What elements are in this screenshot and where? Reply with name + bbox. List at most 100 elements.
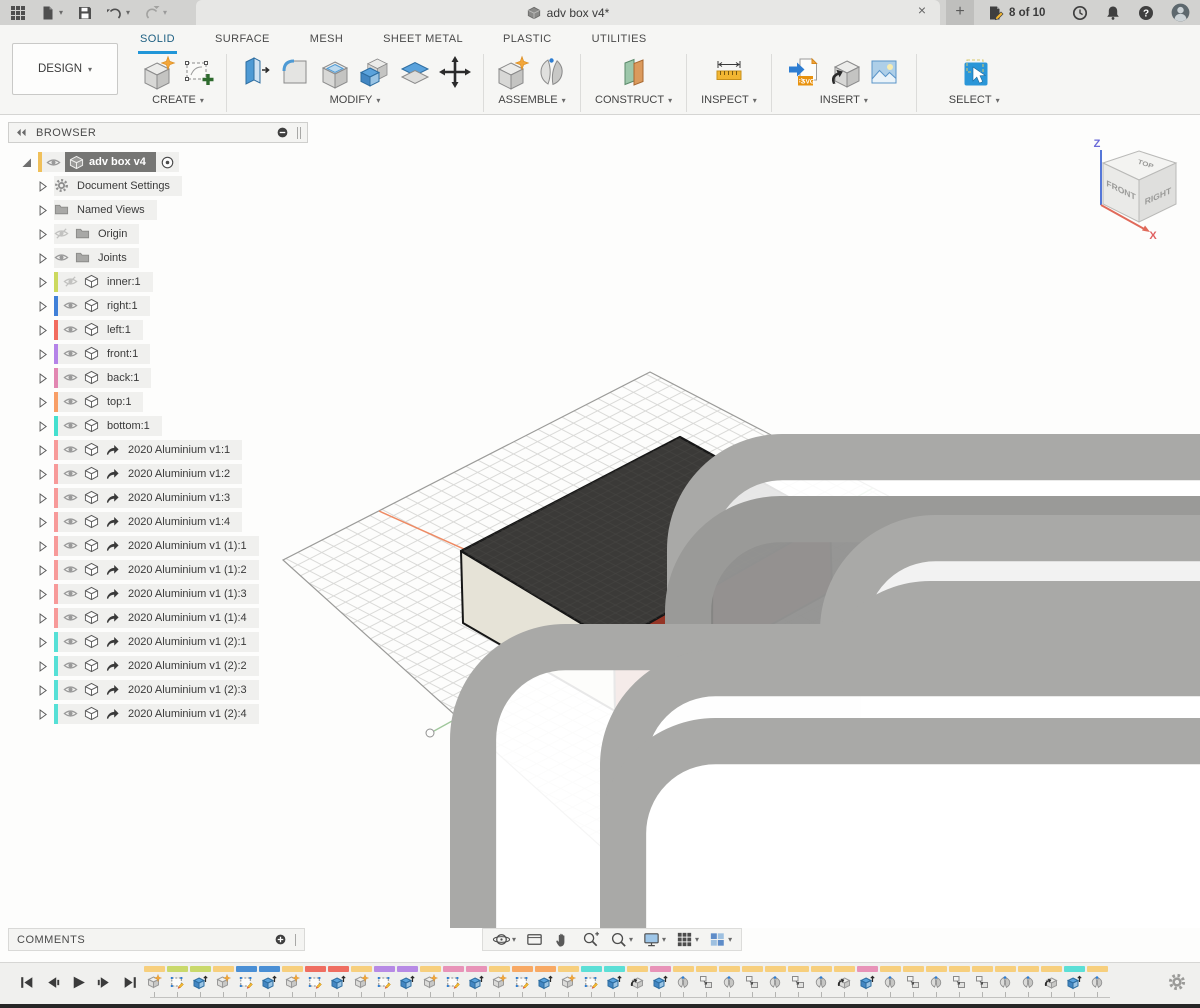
help-icon[interactable] bbox=[1138, 5, 1154, 21]
look-at-button[interactable] bbox=[522, 930, 547, 949]
feature-icon[interactable] bbox=[238, 974, 254, 990]
view-cube[interactable]: TOP FRONT RIGHT Z X bbox=[1085, 125, 1200, 245]
expand-arrow-icon[interactable] bbox=[36, 348, 49, 361]
expand-arrow-icon[interactable] bbox=[36, 252, 49, 265]
feature-icon[interactable] bbox=[698, 974, 714, 990]
expand-arrow-icon[interactable] bbox=[36, 372, 49, 385]
joint-badge[interactable] bbox=[623, 741, 1200, 928]
ribbon-tab-solid[interactable]: SOLID bbox=[138, 30, 177, 54]
expand-arrow-icon[interactable] bbox=[36, 204, 49, 217]
timeline-feature-component[interactable] bbox=[491, 966, 507, 997]
browser-header[interactable]: BROWSER bbox=[8, 122, 308, 143]
timeline-feature-component[interactable] bbox=[146, 966, 162, 997]
timeline-feature-extrude[interactable] bbox=[652, 966, 668, 997]
browser-item-document-settings[interactable]: Document Settings bbox=[8, 174, 308, 198]
visibility-eye-icon[interactable] bbox=[63, 490, 79, 506]
timeline-feature-joint[interactable] bbox=[1089, 966, 1105, 997]
feature-icon[interactable] bbox=[951, 974, 967, 990]
expand-arrow-icon[interactable] bbox=[36, 276, 49, 289]
timeline-feature-insert[interactable] bbox=[836, 966, 852, 997]
workspace-switcher[interactable]: DESIGN ▾ bbox=[12, 43, 118, 95]
browser-item-2020-aluminium-v1-2-4[interactable]: 2020 Aluminium v1 (2):4 bbox=[8, 702, 308, 726]
press-pull-button[interactable] bbox=[237, 54, 273, 90]
timeline-feature-sketch[interactable] bbox=[307, 966, 323, 997]
save-button[interactable] bbox=[77, 5, 93, 21]
visibility-eye-icon[interactable] bbox=[63, 346, 79, 362]
visibility-eye-icon[interactable] bbox=[63, 442, 79, 458]
expand-arrow-icon[interactable] bbox=[36, 588, 49, 601]
visibility-eye-icon[interactable] bbox=[63, 370, 79, 386]
user-avatar[interactable] bbox=[1171, 3, 1190, 22]
new-tab-button[interactable]: + bbox=[946, 0, 974, 25]
feature-icon[interactable] bbox=[1043, 974, 1059, 990]
insert-svg-button[interactable] bbox=[786, 54, 822, 90]
timeline-feature-joint[interactable] bbox=[997, 966, 1013, 997]
app-launcher-icon[interactable] bbox=[10, 5, 26, 21]
move-copy-button[interactable] bbox=[437, 54, 473, 90]
timeline-feature-sketch[interactable] bbox=[583, 966, 599, 997]
timeline-feature-joint[interactable] bbox=[928, 966, 944, 997]
expand-arrow-icon[interactable] bbox=[36, 324, 49, 337]
visibility-eye-icon[interactable] bbox=[63, 682, 79, 698]
go-to-end-button[interactable] bbox=[122, 974, 139, 991]
timeline-feature-joint[interactable] bbox=[767, 966, 783, 997]
feature-icon[interactable] bbox=[376, 974, 392, 990]
undo-button[interactable] bbox=[107, 5, 123, 21]
browser-item-named-views[interactable]: Named Views bbox=[8, 198, 308, 222]
browser-item-2020-aluminium-v1-2-3[interactable]: 2020 Aluminium v1 (2):3 bbox=[8, 678, 308, 702]
feature-icon[interactable] bbox=[652, 974, 668, 990]
browser-item-back-1[interactable]: back:1 bbox=[8, 366, 308, 390]
timeline-feature-component[interactable] bbox=[215, 966, 231, 997]
comments-bar[interactable]: COMMENTS bbox=[8, 928, 305, 951]
expand-arrow-icon[interactable] bbox=[36, 468, 49, 481]
expand-arrow-icon[interactable] bbox=[36, 492, 49, 505]
expand-arrow-icon[interactable] bbox=[36, 396, 49, 409]
feature-icon[interactable] bbox=[859, 974, 875, 990]
timeline-feature-component[interactable] bbox=[353, 966, 369, 997]
step-forward-button[interactable] bbox=[96, 974, 113, 991]
document-tab[interactable]: adv box v4* × bbox=[196, 0, 940, 25]
feature-icon[interactable] bbox=[537, 974, 553, 990]
timeline-feature-extrude[interactable] bbox=[859, 966, 875, 997]
timeline-feature-joint[interactable] bbox=[813, 966, 829, 997]
feature-icon[interactable] bbox=[813, 974, 829, 990]
feature-icon[interactable] bbox=[767, 974, 783, 990]
timeline-feature-joint[interactable] bbox=[675, 966, 691, 997]
job-status[interactable]: 8 of 10 bbox=[988, 0, 1045, 25]
expand-arrow-icon[interactable] bbox=[36, 228, 49, 241]
feature-icon[interactable] bbox=[307, 974, 323, 990]
feature-icon[interactable] bbox=[169, 974, 185, 990]
expand-arrow-icon[interactable] bbox=[36, 612, 49, 625]
expand-arrow-icon[interactable] bbox=[36, 516, 49, 529]
ribbon-tab-plastic[interactable]: PLASTIC bbox=[501, 30, 554, 54]
timeline-feature-copy[interactable] bbox=[744, 966, 760, 997]
timeline-feature-extrude[interactable] bbox=[399, 966, 415, 997]
pan-button[interactable] bbox=[550, 930, 575, 949]
feature-icon[interactable] bbox=[215, 974, 231, 990]
feature-icon[interactable] bbox=[1020, 974, 1036, 990]
panel-resize-handle[interactable] bbox=[295, 934, 296, 946]
timeline-feature-sketch[interactable] bbox=[169, 966, 185, 997]
feature-icon[interactable] bbox=[491, 974, 507, 990]
feature-icon[interactable] bbox=[399, 974, 415, 990]
fillet-button[interactable] bbox=[277, 54, 313, 90]
timeline-feature-extrude[interactable] bbox=[261, 966, 277, 997]
timeline-feature-extrude[interactable] bbox=[468, 966, 484, 997]
browser-item-left-1[interactable]: left:1 bbox=[8, 318, 308, 342]
feature-icon[interactable] bbox=[629, 974, 645, 990]
timeline-feature-extrude[interactable] bbox=[330, 966, 346, 997]
construction-plane-button[interactable] bbox=[616, 54, 652, 90]
expand-arrow-icon[interactable] bbox=[36, 684, 49, 697]
insert-canvas-button[interactable] bbox=[866, 54, 902, 90]
expand-arrow-icon[interactable] bbox=[36, 660, 49, 673]
measure-button[interactable] bbox=[711, 54, 747, 90]
visibility-eye-icon[interactable] bbox=[63, 538, 79, 554]
feature-icon[interactable] bbox=[721, 974, 737, 990]
feature-icon[interactable] bbox=[1066, 974, 1082, 990]
expand-arrow-icon[interactable] bbox=[36, 540, 49, 553]
axis-end-point[interactable] bbox=[426, 729, 434, 737]
timeline-feature-component[interactable] bbox=[560, 966, 576, 997]
notifications-bell-icon[interactable] bbox=[1105, 5, 1121, 21]
browser-item-inner-1[interactable]: inner:1 bbox=[8, 270, 308, 294]
browser-item-2020-aluminium-v1-1[interactable]: 2020 Aluminium v1:1 bbox=[8, 438, 308, 462]
